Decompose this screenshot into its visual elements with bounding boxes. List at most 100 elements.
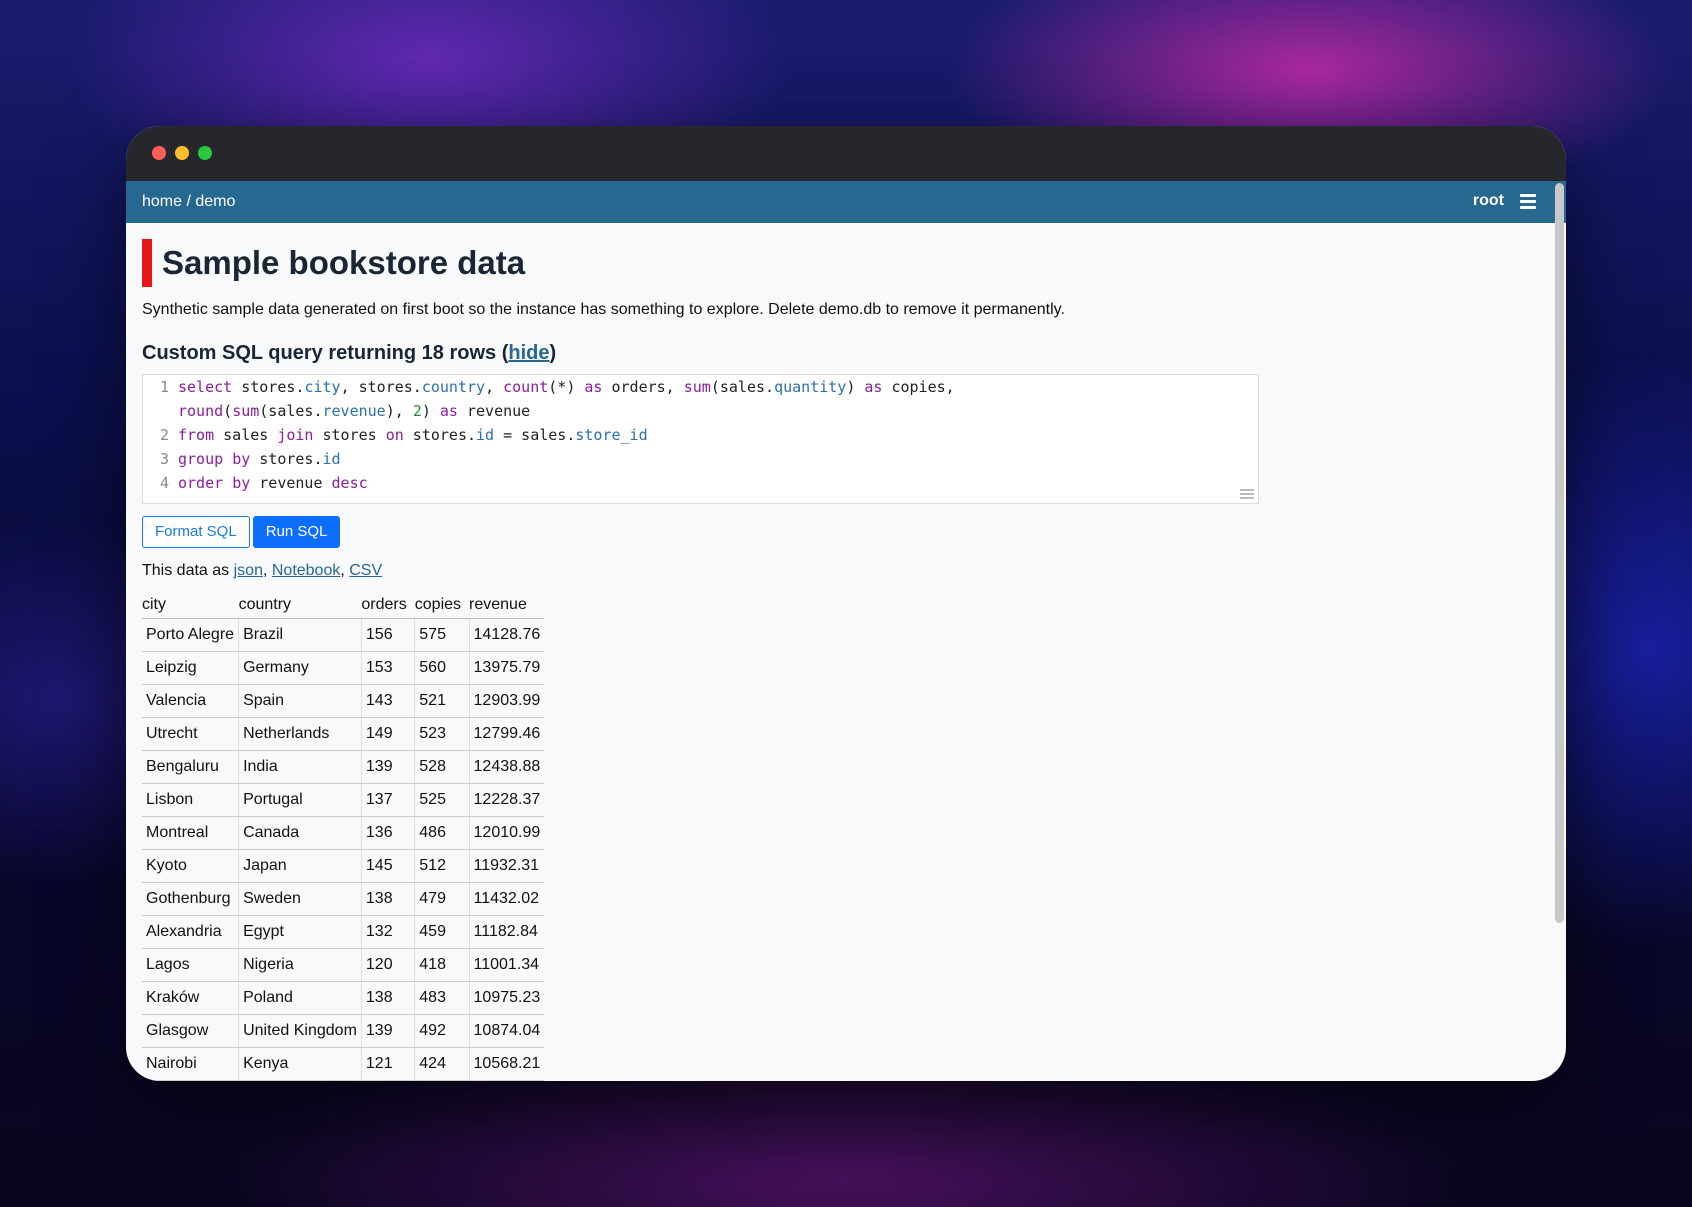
- table-cell-copies: 486: [414, 816, 470, 850]
- table-cell-revenue: 11432.02: [469, 882, 545, 916]
- export-prefix: This data as: [142, 562, 234, 579]
- table-cell-city: Leipzig: [142, 651, 240, 685]
- results-table: city country orders copies revenue Porto Ale…: [142, 594, 545, 1081]
- breadcrumb: home / demo: [142, 193, 235, 211]
- table-cell-revenue: 11182.84: [469, 915, 545, 949]
- table-cell-city: Nairobi: [142, 1047, 240, 1081]
- table-cell-country: Brazil: [238, 618, 362, 652]
- table-cell-orders: 153: [361, 651, 416, 685]
- table-cell-revenue: 12438.88: [469, 750, 545, 784]
- table-cell-copies: 525: [414, 783, 470, 817]
- editor-resize-handle[interactable]: [1240, 489, 1254, 499]
- table-cell-orders: 120: [361, 948, 416, 982]
- table-row: Valencia Spain 143 521 12903.99: [142, 684, 545, 718]
- column-header-country[interactable]: country: [238, 594, 362, 619]
- export-links: This data as json, Notebook, CSV: [142, 562, 383, 579]
- table-cell-country: Canada: [238, 816, 362, 850]
- line-number: 3: [159, 450, 169, 468]
- table-cell-orders: 138: [361, 981, 416, 1015]
- export-json-link[interactable]: json: [234, 562, 263, 579]
- query-heading: Custom SQL query returning 18 rows (hide…: [142, 342, 1546, 365]
- close-window-icon[interactable]: [152, 146, 166, 160]
- table-cell-city: Kraków: [142, 981, 240, 1015]
- sql-line: 2 from sales join stores on stores.id = …: [143, 423, 1258, 447]
- column-header-copies[interactable]: copies: [414, 594, 470, 619]
- table-row: Alexandria Egypt 132 459 11182.84: [142, 915, 545, 949]
- table-cell-country: Egypt: [238, 915, 362, 949]
- table-cell-orders: 143: [361, 684, 416, 718]
- sql-line-text[interactable]: group by stores.id: [178, 447, 341, 471]
- sql-line: 1 select stores.city, stores.country, co…: [143, 375, 1258, 399]
- minimize-window-icon[interactable]: [175, 146, 189, 160]
- table-cell-orders: 145: [361, 849, 416, 883]
- column-header-revenue[interactable]: revenue: [469, 594, 545, 619]
- export-csv-link[interactable]: CSV: [349, 562, 382, 579]
- table-cell-revenue: 12010.99: [469, 816, 545, 850]
- table-cell-copies: 512: [414, 849, 470, 883]
- table-cell-revenue: 12228.37: [469, 783, 545, 817]
- table-row: Gothenburg Sweden 138 479 11432.02: [142, 882, 545, 916]
- sql-editor[interactable]: 1 select stores.city, stores.country, co…: [142, 374, 1259, 504]
- sql-buttons: Format SQL Run SQL: [142, 516, 1546, 548]
- sql-line: 4 order by revenue desc: [143, 471, 1258, 495]
- table-row: Utrecht Netherlands 149 523 12799.46: [142, 717, 545, 751]
- page-scrollbar[interactable]: [1555, 183, 1564, 923]
- sql-line-text[interactable]: round(sum(sales.revenue), 2) as revenue: [178, 399, 530, 423]
- window-titlebar: [126, 126, 1566, 181]
- sql-line: round(sum(sales.revenue), 2) as revenue: [143, 399, 1258, 423]
- table-cell-copies: 418: [414, 948, 470, 982]
- column-header-orders[interactable]: orders: [361, 594, 415, 619]
- page-viewport: home / demo root Sample bookstore data S…: [126, 181, 1566, 1081]
- table-row: Lagos Nigeria 120 418 11001.34: [142, 948, 545, 982]
- table-row: Kyoto Japan 145 512 11932.31: [142, 849, 545, 883]
- table-row: Montreal Canada 136 486 12010.99: [142, 816, 545, 850]
- table-cell-copies: 424: [414, 1047, 470, 1081]
- main-content: Sample bookstore data Synthetic sample d…: [142, 223, 1546, 1081]
- table-cell-country: Japan: [238, 849, 362, 883]
- table-cell-city: Bengaluru: [142, 750, 240, 784]
- line-number: 4: [159, 474, 169, 492]
- hamburger-menu-icon[interactable]: [1520, 194, 1536, 209]
- breadcrumb-home-link[interactable]: home: [142, 193, 182, 210]
- table-cell-revenue: 13975.79: [469, 651, 545, 685]
- browser-window: home / demo root Sample bookstore data S…: [126, 126, 1566, 1081]
- table-row: Nairobi Kenya 121 424 10568.21: [142, 1047, 545, 1081]
- format-sql-button[interactable]: Format SQL: [142, 516, 250, 548]
- table-cell-country: India: [238, 750, 362, 784]
- table-cell-copies: 459: [414, 915, 470, 949]
- export-notebook-link[interactable]: Notebook: [272, 562, 341, 579]
- table-cell-city: Kyoto: [142, 849, 240, 883]
- navbar: home / demo root: [126, 181, 1566, 223]
- table-body: Porto Alegre Brazil 156 575 14128.76 Leipzig G…: [142, 618, 545, 1081]
- table-cell-copies: 483: [414, 981, 470, 1015]
- sql-line-text[interactable]: order by revenue desc: [178, 471, 368, 495]
- table-cell-orders: 138: [361, 882, 416, 916]
- sql-line-text[interactable]: from sales join stores on stores.id = sa…: [178, 423, 648, 447]
- table-cell-city: Lisbon: [142, 783, 240, 817]
- run-sql-button[interactable]: Run SQL: [252, 516, 341, 548]
- table-row: Lisbon Portugal 137 525 12228.37: [142, 783, 545, 817]
- table-cell-country: Kenya: [238, 1047, 362, 1081]
- table-cell-copies: 521: [414, 684, 470, 718]
- query-heading-close: ): [549, 342, 557, 364]
- table-cell-copies: 528: [414, 750, 470, 784]
- maximize-window-icon[interactable]: [198, 146, 212, 160]
- sql-line-text[interactable]: select stores.city, stores.country, coun…: [178, 375, 955, 399]
- table-cell-copies: 560: [414, 651, 470, 685]
- table-row: Bengaluru India 139 528 12438.88: [142, 750, 545, 784]
- table-row: Kraków Poland 138 483 10975.23: [142, 981, 545, 1015]
- line-number: [143, 399, 178, 423]
- table-cell-country: Portugal: [238, 783, 362, 817]
- table-cell-orders: 139: [361, 1014, 416, 1048]
- user-name[interactable]: root: [1473, 192, 1504, 210]
- table-cell-city: Lagos: [142, 948, 240, 982]
- hide-query-link[interactable]: hide: [508, 342, 549, 364]
- column-header-city[interactable]: city: [142, 594, 239, 619]
- breadcrumb-separator: /: [182, 193, 196, 210]
- line-number: 2: [159, 426, 169, 444]
- line-number: 1: [159, 378, 169, 396]
- table-cell-city: Porto Alegre: [142, 618, 240, 652]
- table-cell-orders: 156: [361, 618, 416, 652]
- breadcrumb-database-link[interactable]: demo: [195, 193, 235, 210]
- table-row: Porto Alegre Brazil 156 575 14128.76: [142, 618, 545, 652]
